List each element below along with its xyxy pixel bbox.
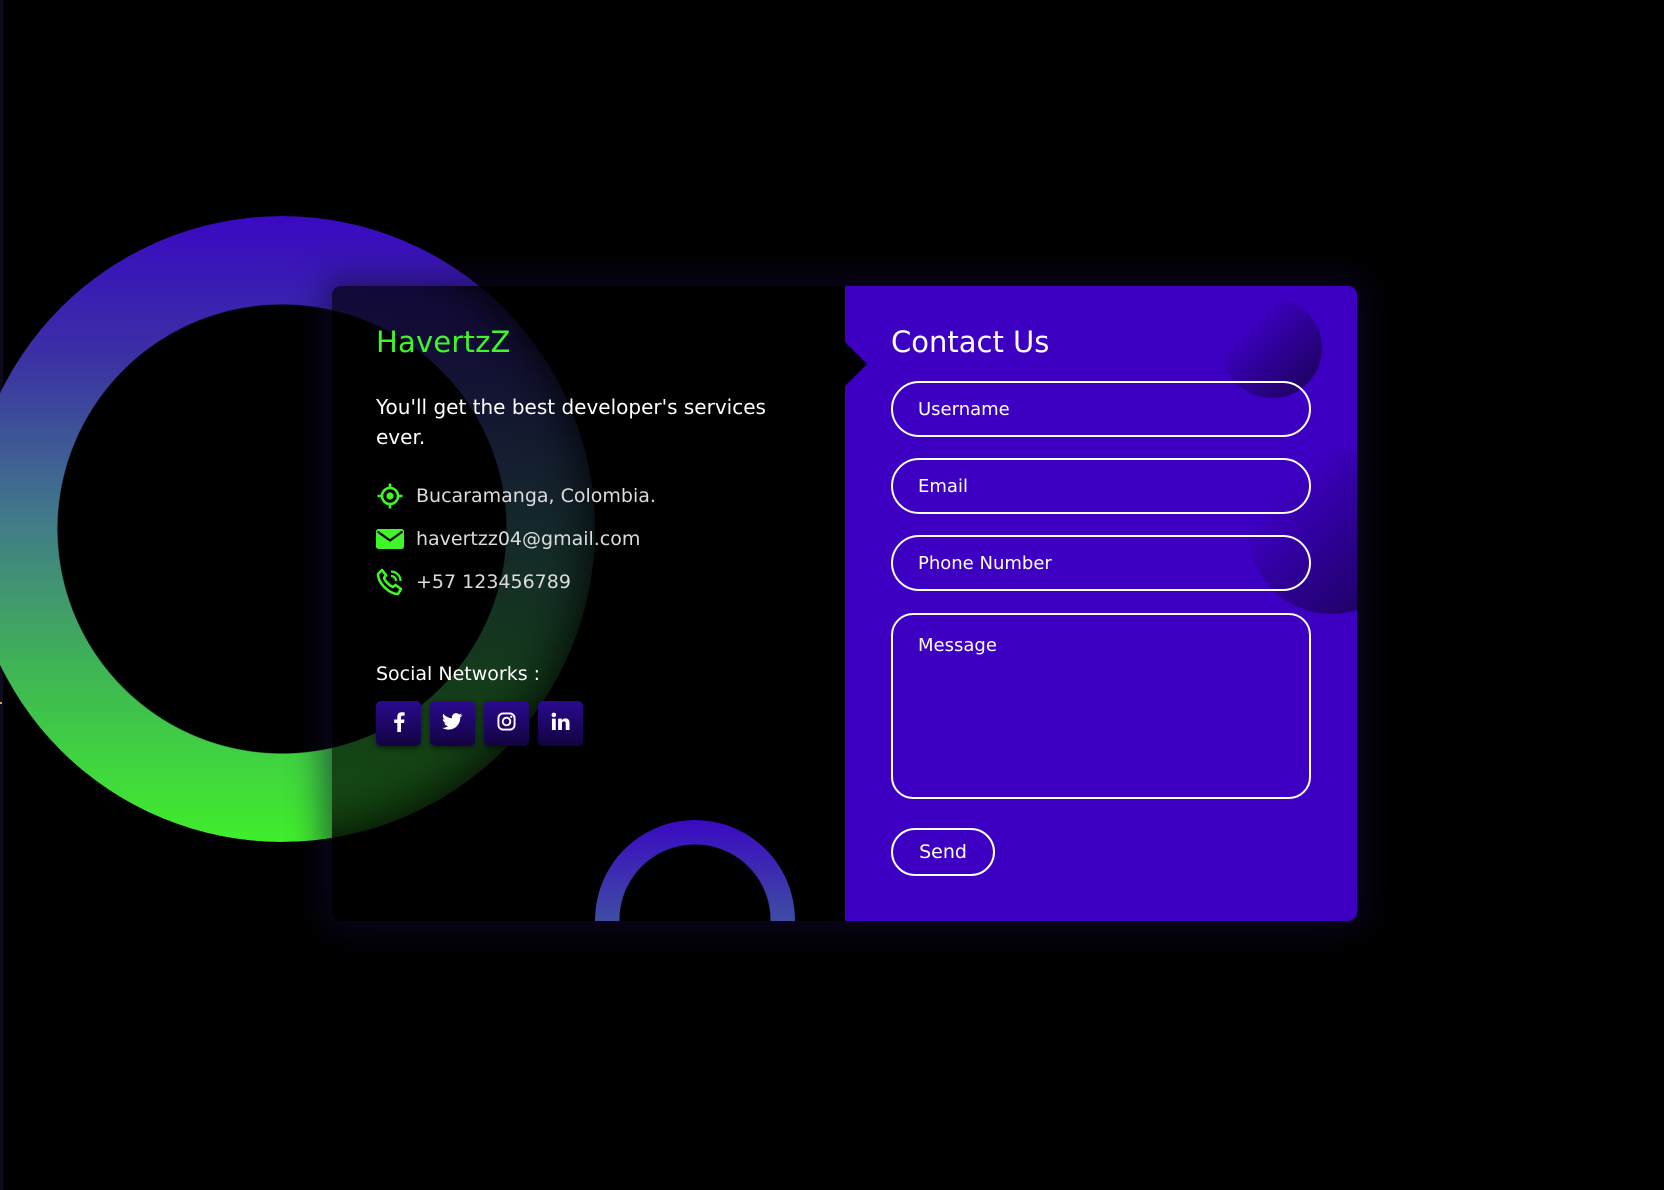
social-links	[376, 701, 592, 746]
username-input[interactable]: Username	[891, 381, 1311, 437]
send-button[interactable]: Send	[891, 828, 995, 876]
info-item-phone: +57 123456789	[376, 560, 656, 603]
contact-form-panel: Contact Us Username Email Phone Number M…	[845, 286, 1357, 921]
contact-card: HavertzZ You'll get the best developer's…	[332, 286, 1357, 921]
twitter-button[interactable]	[430, 701, 475, 746]
edge-marker	[0, 702, 2, 704]
linkedin-button[interactable]	[538, 701, 583, 746]
envelope-icon	[376, 525, 404, 553]
linkedin-icon	[551, 712, 570, 735]
location-crosshair-icon	[376, 482, 404, 510]
contact-info-panel: HavertzZ You'll get the best developer's…	[332, 286, 845, 921]
message-textarea[interactable]: Message	[891, 613, 1311, 799]
facebook-icon	[393, 711, 405, 736]
phone-call-icon	[376, 568, 404, 596]
contact-page: HavertzZ You'll get the best developer's…	[0, 0, 1664, 1190]
phone-placeholder: Phone Number	[918, 552, 1052, 574]
message-placeholder: Message	[918, 635, 997, 656]
small-decorative-ring	[595, 820, 795, 921]
social-networks-title: Social Networks :	[376, 663, 541, 685]
panel-notch	[845, 342, 867, 386]
instagram-icon	[497, 712, 516, 735]
email-placeholder: Email	[918, 475, 968, 497]
email-input[interactable]: Email	[891, 458, 1311, 514]
facebook-button[interactable]	[376, 701, 421, 746]
form-title: Contact Us	[891, 325, 1050, 359]
contact-info-list: Bucaramanga, Colombia. havertzz04@gmail.…	[376, 474, 656, 603]
phone-text: +57 123456789	[416, 570, 571, 593]
phone-input[interactable]: Phone Number	[891, 535, 1311, 591]
tagline: You'll get the best developer's services…	[376, 395, 766, 449]
info-item-location: Bucaramanga, Colombia.	[376, 474, 656, 517]
email-text: havertzz04@gmail.com	[416, 527, 641, 550]
username-placeholder: Username	[918, 398, 1010, 420]
location-text: Bucaramanga, Colombia.	[416, 484, 656, 507]
instagram-button[interactable]	[484, 701, 529, 746]
twitter-icon	[442, 713, 463, 734]
brand-name: HavertzZ	[376, 325, 511, 359]
info-item-email: havertzz04@gmail.com	[376, 517, 656, 560]
